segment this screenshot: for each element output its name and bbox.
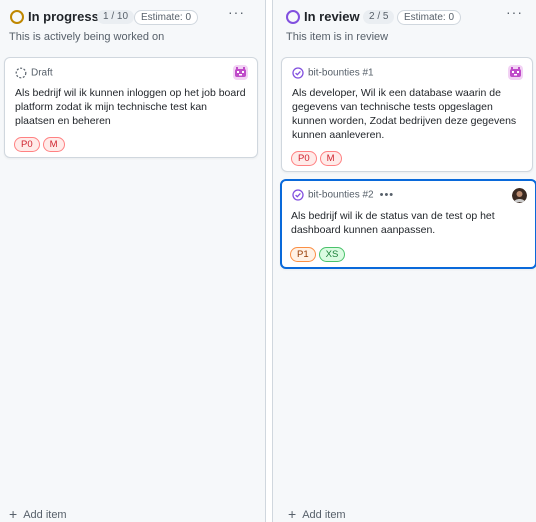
card-title[interactable]: Als bedrijf wil ik kunnen inloggen op he… bbox=[15, 86, 247, 128]
add-item-button[interactable]: + Add item bbox=[288, 506, 346, 522]
card-title[interactable]: Als developer, Wil ik een database waari… bbox=[292, 86, 522, 142]
size-label[interactable]: M bbox=[42, 137, 65, 152]
card-meta: bit-bounties #2 ••• bbox=[292, 189, 394, 203]
card-meta: Draft bbox=[15, 67, 53, 81]
column-title: In review bbox=[304, 9, 360, 24]
board-card[interactable]: bit-bounties #1 Als developer, Wil ik ee… bbox=[281, 57, 533, 172]
column-in-review: In review 2 / 5 Estimate: 0 ··· This ite… bbox=[272, 0, 536, 522]
card-menu-icon[interactable]: ••• bbox=[380, 189, 395, 201]
plus-icon: + bbox=[9, 506, 18, 522]
column-description: This item is in review bbox=[286, 31, 389, 43]
priority-label[interactable]: P0 bbox=[14, 137, 40, 152]
add-item-button[interactable]: + Add item bbox=[9, 506, 67, 522]
board-card[interactable]: Draft Als bedrijf wil ik kunnen inloggen… bbox=[4, 57, 258, 158]
item-count-badge: 1 / 10 bbox=[97, 10, 135, 24]
column-in-progress: In progress 1 / 10 Estimate: 0 ··· This … bbox=[0, 0, 266, 522]
bot-avatar[interactable] bbox=[233, 65, 248, 80]
estimate-badge: Estimate: 0 bbox=[397, 10, 462, 25]
card-labels: P0 M bbox=[291, 148, 345, 166]
card-repo-ref[interactable]: bit-bounties #1 bbox=[308, 68, 374, 79]
status-circle-icon bbox=[286, 10, 300, 24]
plus-icon: + bbox=[288, 506, 297, 522]
issue-closed-icon bbox=[292, 67, 304, 79]
bot-avatar[interactable] bbox=[508, 65, 523, 80]
status-circle-icon bbox=[10, 10, 24, 24]
card-meta: bit-bounties #1 bbox=[292, 67, 374, 81]
column-title: In progress bbox=[28, 9, 99, 24]
card-labels: P1 XS bbox=[290, 244, 348, 262]
column-menu-icon[interactable]: ··· bbox=[506, 4, 523, 20]
card-labels: P0 M bbox=[14, 134, 68, 152]
add-item-label: Add item bbox=[23, 509, 67, 521]
estimate-badge: Estimate: 0 bbox=[134, 10, 199, 25]
issue-closed-icon bbox=[292, 189, 304, 201]
card-title[interactable]: Als bedrijf wil ik de status van de test… bbox=[291, 209, 525, 237]
priority-label[interactable]: P1 bbox=[290, 247, 316, 262]
project-board: In progress 1 / 10 Estimate: 0 ··· This … bbox=[0, 0, 536, 522]
card-type: Draft bbox=[31, 67, 53, 79]
column-description: This is actively being worked on bbox=[9, 31, 165, 43]
add-item-label: Add item bbox=[302, 509, 346, 521]
column-menu-icon[interactable]: ··· bbox=[228, 4, 245, 20]
draft-circle-icon bbox=[15, 67, 27, 79]
priority-label[interactable]: P0 bbox=[291, 151, 317, 166]
size-label[interactable]: XS bbox=[318, 247, 346, 262]
column-header: In progress 1 / 10 Estimate: 0 ··· This … bbox=[0, 0, 265, 50]
card-repo-ref[interactable]: bit-bounties #2 bbox=[308, 190, 374, 201]
board-card-selected[interactable]: bit-bounties #2 ••• Als bedrijf wil ik de… bbox=[280, 179, 536, 269]
user-avatar[interactable] bbox=[512, 188, 527, 203]
column-header: In review 2 / 5 Estimate: 0 ··· This ite… bbox=[273, 0, 536, 50]
size-label[interactable]: M bbox=[319, 151, 342, 166]
item-count-badge: 2 / 5 bbox=[363, 10, 395, 24]
